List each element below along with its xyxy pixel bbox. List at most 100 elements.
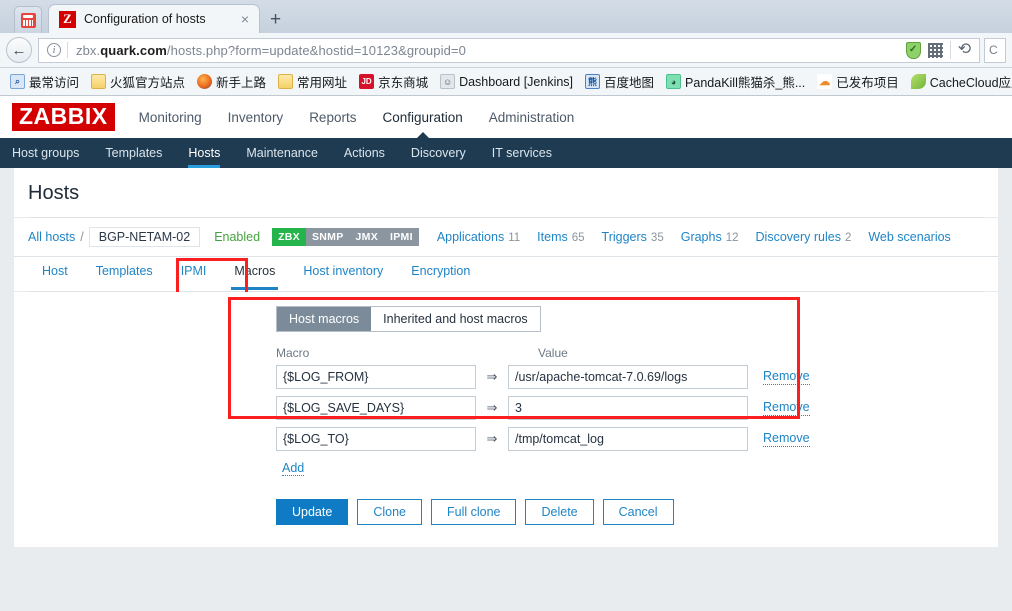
bookmark-item[interactable]: 新手上路: [193, 70, 270, 93]
full-clone-button[interactable]: Full clone: [430, 499, 517, 525]
bookmark-item[interactable]: 常用网址: [274, 70, 351, 93]
clone-button[interactable]: Clone: [357, 499, 422, 525]
zabbix-logo[interactable]: ZABBIX: [12, 103, 115, 131]
url-input[interactable]: i zbx.quark.com/hosts.php?form=update&ho…: [38, 37, 980, 63]
host-link-count: 2: [844, 232, 852, 244]
back-arrow-icon[interactable]: ←: [6, 37, 32, 63]
sub-menu-item-hosts[interactable]: Hosts: [175, 138, 233, 168]
macro-value-input[interactable]: /usr/apache-tomcat-7.0.69/logs: [508, 365, 748, 389]
browser-chrome: Z Configuration of hosts × + ← i zbx.qua…: [0, 0, 1012, 96]
column-header-value: Value: [538, 346, 568, 360]
bookmark-item[interactable]: ◕ PandaKill熊猫杀_熊...: [662, 70, 809, 93]
current-host-name: BGP-NETAM-02: [88, 227, 201, 247]
update-button[interactable]: Update: [276, 499, 349, 525]
macro-row: {$LOG_TO} ⇒ /tmp/tomcat_log Remove: [276, 427, 998, 451]
toggle-inherited-and-host-macros[interactable]: Inherited and host macros: [371, 307, 540, 331]
url-divider: [67, 42, 68, 58]
cancel-button[interactable]: Cancel: [602, 499, 674, 525]
form-tab-macros[interactable]: Macros: [220, 264, 289, 291]
host-link-discovery-rules[interactable]: Discovery rules 2: [756, 230, 852, 244]
host-link-count: 65: [571, 232, 585, 244]
qr-code-icon[interactable]: [927, 42, 943, 58]
content-area: Hosts All hosts / BGP-NETAM-02 Enabled Z…: [0, 168, 1012, 547]
bookmark-item[interactable]: JD 京东商城: [355, 70, 432, 93]
form-tab-encryption[interactable]: Encryption: [397, 264, 484, 291]
status-badge[interactable]: Enabled: [214, 230, 260, 244]
implies-arrow-icon: ⇒: [486, 369, 498, 384]
bookmark-item[interactable]: 熊百度地图: [581, 70, 658, 93]
macros-table-header: Macro Value: [276, 346, 998, 360]
info-icon[interactable]: i: [47, 43, 61, 57]
host-link-web-scenarios[interactable]: Web scenarios: [868, 230, 950, 244]
macro-name-input[interactable]: {$LOG_FROM}: [276, 365, 476, 389]
sub-menu-item-maintenance[interactable]: Maintenance: [233, 138, 331, 168]
bookmark-item[interactable]: 火狐官方站点: [87, 70, 189, 93]
host-link-triggers[interactable]: Triggers 35: [602, 230, 664, 244]
form-tab-templates[interactable]: Templates: [82, 264, 167, 291]
sub-menu-item-templates[interactable]: Templates: [92, 138, 175, 168]
bookmark-item[interactable]: ☺ Dashboard [Jenkins]: [436, 72, 577, 91]
all-hosts-link[interactable]: All hosts: [28, 230, 75, 244]
firefox-icon: [197, 74, 213, 89]
jd-icon: JD: [359, 74, 375, 89]
remove-macro-link[interactable]: Remove: [763, 369, 810, 385]
breadcrumb-separator: /: [80, 230, 84, 244]
sub-menu-item-host-groups[interactable]: Host groups: [12, 138, 92, 168]
macro-name-input[interactable]: {$LOG_TO}: [276, 427, 476, 451]
main-menu-item-reports[interactable]: Reports: [309, 96, 356, 138]
interface-badge-ipmi: IPMI: [384, 228, 419, 246]
bookmark-label: Dashboard [Jenkins]: [459, 74, 574, 89]
main-menu-item-administration[interactable]: Administration: [489, 96, 575, 138]
search-input[interactable]: C: [984, 37, 1006, 63]
host-link-graphs[interactable]: Graphs 12: [681, 230, 739, 244]
sub-menu-item-actions[interactable]: Actions: [331, 138, 398, 168]
macro-value-input[interactable]: 3: [508, 396, 748, 420]
add-macro-link[interactable]: Add: [282, 461, 305, 477]
sub-menu-item-it-services[interactable]: IT services: [479, 138, 565, 168]
implies-arrow-icon: ⇒: [486, 400, 498, 415]
bookmark-item[interactable]: ☁ 已发布项目: [813, 70, 903, 93]
remove-macro-link[interactable]: Remove: [763, 400, 810, 416]
jenkins-icon: ☺: [440, 74, 456, 89]
bookmark-item[interactable]: CacheCloud应用列: [907, 70, 1012, 93]
folder-icon: [278, 74, 294, 89]
reload-icon[interactable]: ⟳: [958, 41, 971, 58]
url-action-icons: ⟳: [905, 41, 975, 59]
bookmark-label: 火狐官方站点: [110, 76, 186, 90]
main-menu-item-configuration[interactable]: Configuration: [382, 96, 462, 138]
bookmark-item[interactable]: ⌕ 最常访问: [6, 70, 83, 93]
macro-value-input[interactable]: /tmp/tomcat_log: [508, 427, 748, 451]
url-icon-divider: [949, 41, 951, 59]
close-icon[interactable]: ×: [237, 12, 253, 26]
browser-tab-active[interactable]: Z Configuration of hosts ×: [48, 4, 260, 33]
host-link-items[interactable]: Items 65: [537, 230, 584, 244]
browser-tabstrip: Z Configuration of hosts × +: [0, 0, 1012, 33]
main-menu-item-monitoring[interactable]: Monitoring: [139, 96, 202, 138]
shield-icon[interactable]: [905, 41, 921, 59]
bookmark-label: 已发布项目: [836, 76, 899, 90]
form-action-buttons: Update Clone Full clone Delete Cancel: [276, 499, 998, 525]
macros-table: Macro Value {$LOG_FROM} ⇒ /usr/apache-tomc…: [276, 346, 998, 451]
form-tab-host[interactable]: Host: [28, 264, 82, 291]
macros-form: Host macros Inherited and host macros Mac…: [14, 292, 998, 547]
panda-icon: ◕: [666, 74, 682, 89]
pinned-tab[interactable]: [14, 6, 42, 33]
remove-macro-link[interactable]: Remove: [763, 431, 810, 447]
form-tab-host-inventory[interactable]: Host inventory: [289, 264, 397, 291]
bookmark-label: 常用网址: [297, 76, 348, 90]
main-menu: Monitoring Inventory Reports Configuration A…: [139, 96, 575, 138]
url-path: /hosts.php?form=update&hostid=10123&grou…: [166, 42, 466, 58]
new-tab-button[interactable]: +: [270, 10, 281, 29]
folder-icon: [91, 74, 107, 89]
host-link-applications[interactable]: Applications 11: [437, 230, 520, 244]
form-tab-ipmi[interactable]: IPMI: [167, 264, 221, 291]
bookmarks-bar: ⌕ 最常访问 火狐官方站点 新手上路 常用网址 JD 京东商城 ☺ Dashboard [Jen…: [0, 68, 1012, 96]
toggle-host-macros[interactable]: Host macros: [277, 307, 372, 331]
macro-name-input[interactable]: {$LOG_SAVE_DAYS}: [276, 396, 476, 420]
main-menu-item-inventory[interactable]: Inventory: [228, 96, 284, 138]
interface-badges: ZBX SNMP JMX IPMI: [272, 228, 419, 246]
delete-button[interactable]: Delete: [525, 499, 594, 525]
sub-menu-item-discovery[interactable]: Discovery: [398, 138, 479, 168]
bookmark-label: PandaKill熊猫杀_熊...: [685, 76, 806, 90]
interface-badge-zbx: ZBX: [272, 228, 306, 246]
